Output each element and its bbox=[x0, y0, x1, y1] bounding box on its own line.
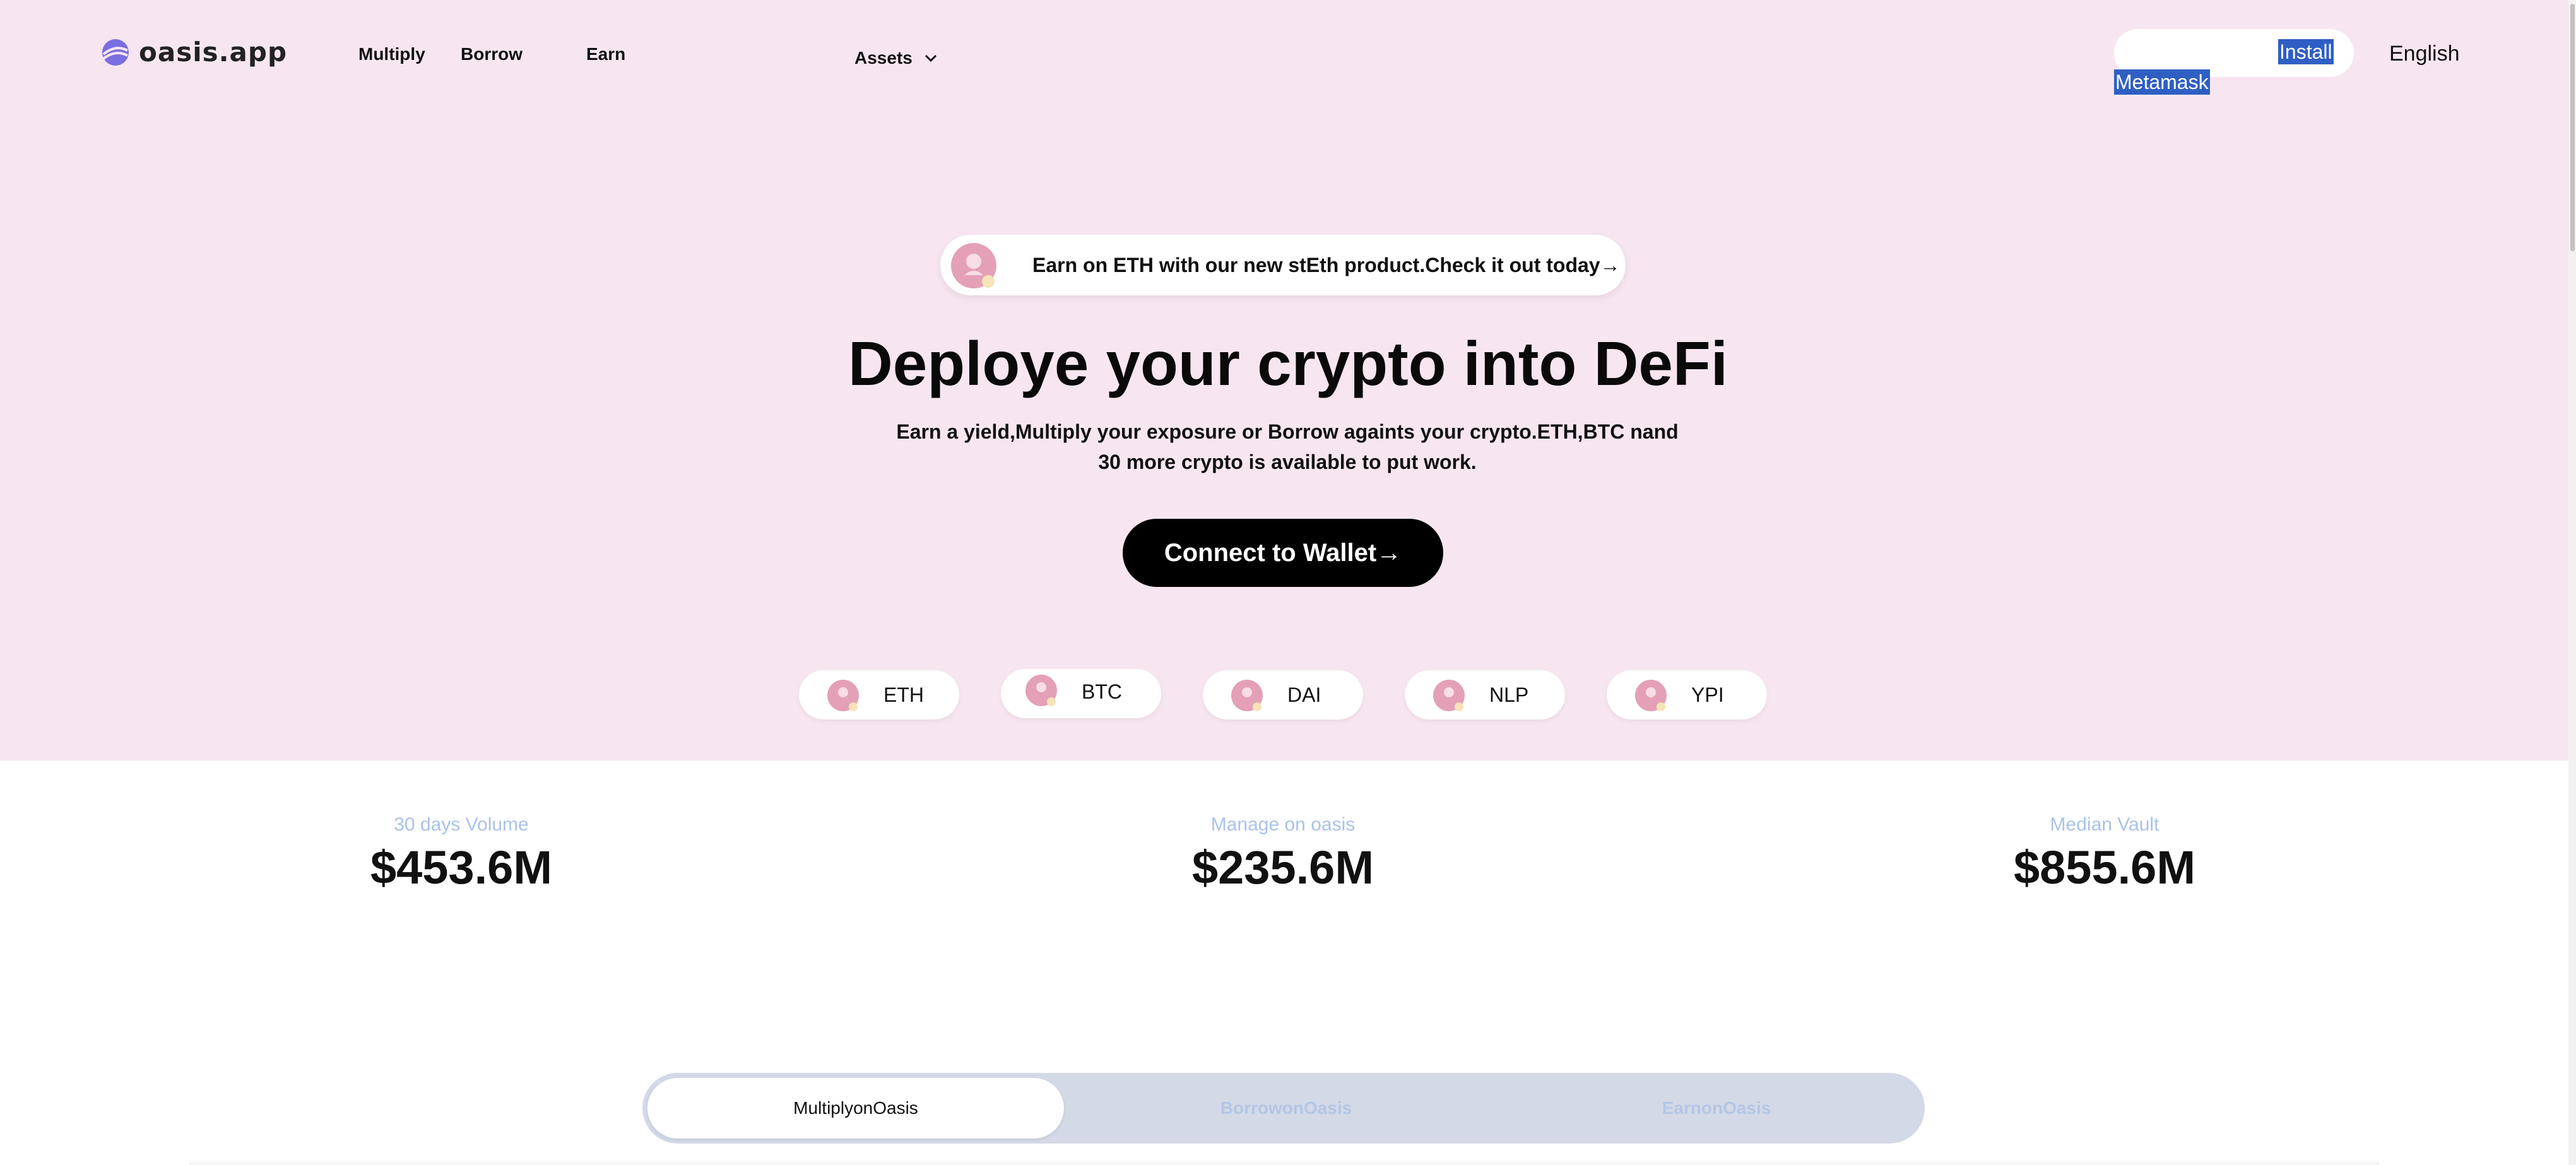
chevron-down-icon bbox=[925, 54, 936, 62]
steth-token-icon bbox=[951, 243, 996, 288]
section-divider bbox=[189, 1159, 2379, 1165]
token-label: YPI bbox=[1691, 683, 1724, 706]
nav-earn[interactable]: Earn bbox=[586, 44, 625, 64]
token-pill-nlp[interactable]: NLP bbox=[1405, 670, 1565, 719]
logo[interactable]: oasis.app bbox=[101, 37, 287, 68]
metamask-label[interactable]: Metamask bbox=[2114, 69, 2210, 95]
connect-wallet-button[interactable]: Connect to Wallet→ bbox=[1123, 519, 1443, 587]
token-pill-btc[interactable]: BTC bbox=[1001, 669, 1161, 718]
tab-earn[interactable]: EarnonOasis bbox=[1508, 1073, 1925, 1144]
install-label[interactable]: Install bbox=[2278, 39, 2334, 64]
hero-title: Deploye your crypto into DeFi bbox=[848, 329, 1728, 398]
stat-value: $235.6M bbox=[1192, 841, 1374, 894]
token-avatar-icon bbox=[1025, 675, 1057, 706]
logo-text: oasis.app bbox=[139, 37, 288, 68]
token-label: NLP bbox=[1489, 683, 1529, 706]
token-pill-eth[interactable]: ETH bbox=[799, 670, 959, 719]
product-tabs: MultiplyonOasis BorrowonOasis EarnonOasi… bbox=[642, 1073, 1925, 1144]
nav-multiply[interactable]: Multiply bbox=[358, 44, 425, 64]
stat-managed-on-oasis: Manage on oasis $235.6M bbox=[1094, 814, 1472, 894]
token-label: DAI bbox=[1287, 683, 1321, 706]
token-avatar-icon bbox=[1231, 680, 1263, 711]
stat-median-vault: Median Vault $855.6M bbox=[1915, 814, 2294, 894]
nav-borrow[interactable]: Borrow bbox=[461, 44, 523, 64]
token-avatar-icon bbox=[1433, 680, 1465, 711]
stat-label: 30 days Volume bbox=[394, 814, 529, 835]
banner-text: Earn on ETH with our new stEth product.C… bbox=[1032, 254, 1621, 276]
token-avatar-icon bbox=[1635, 680, 1667, 711]
tab-borrow[interactable]: BorrowonOasis bbox=[1078, 1073, 1494, 1144]
stat-label: Manage on oasis bbox=[1210, 814, 1356, 835]
stat-value: $453.6M bbox=[370, 841, 552, 894]
promo-banner[interactable]: Earn on ETH with our new stEth product.C… bbox=[940, 235, 1626, 295]
token-label: BTC bbox=[1082, 680, 1122, 703]
token-label: ETH bbox=[883, 683, 924, 706]
tab-multiply[interactable]: MultiplyonOasis bbox=[647, 1078, 1064, 1138]
assets-label: Assets bbox=[854, 48, 913, 68]
scrollbar-thumb[interactable] bbox=[2570, 4, 2575, 251]
language-selector[interactable]: English bbox=[2389, 42, 2460, 66]
oasis-logo-icon bbox=[102, 38, 129, 66]
stat-value: $855.6M bbox=[2014, 841, 2195, 894]
hero-subtitle: Earn a yield,Multiply your exposure or B… bbox=[896, 420, 1679, 473]
assets-dropdown[interactable]: Assets bbox=[854, 48, 939, 68]
token-avatar-icon bbox=[827, 680, 859, 711]
token-pill-ypi[interactable]: YPI bbox=[1607, 670, 1767, 719]
stat-label: Median Vault bbox=[2050, 814, 2159, 835]
token-pill-dai[interactable]: DAI bbox=[1203, 670, 1363, 719]
stat-30-days-volume: 30 days Volume $453.6M bbox=[272, 814, 651, 894]
